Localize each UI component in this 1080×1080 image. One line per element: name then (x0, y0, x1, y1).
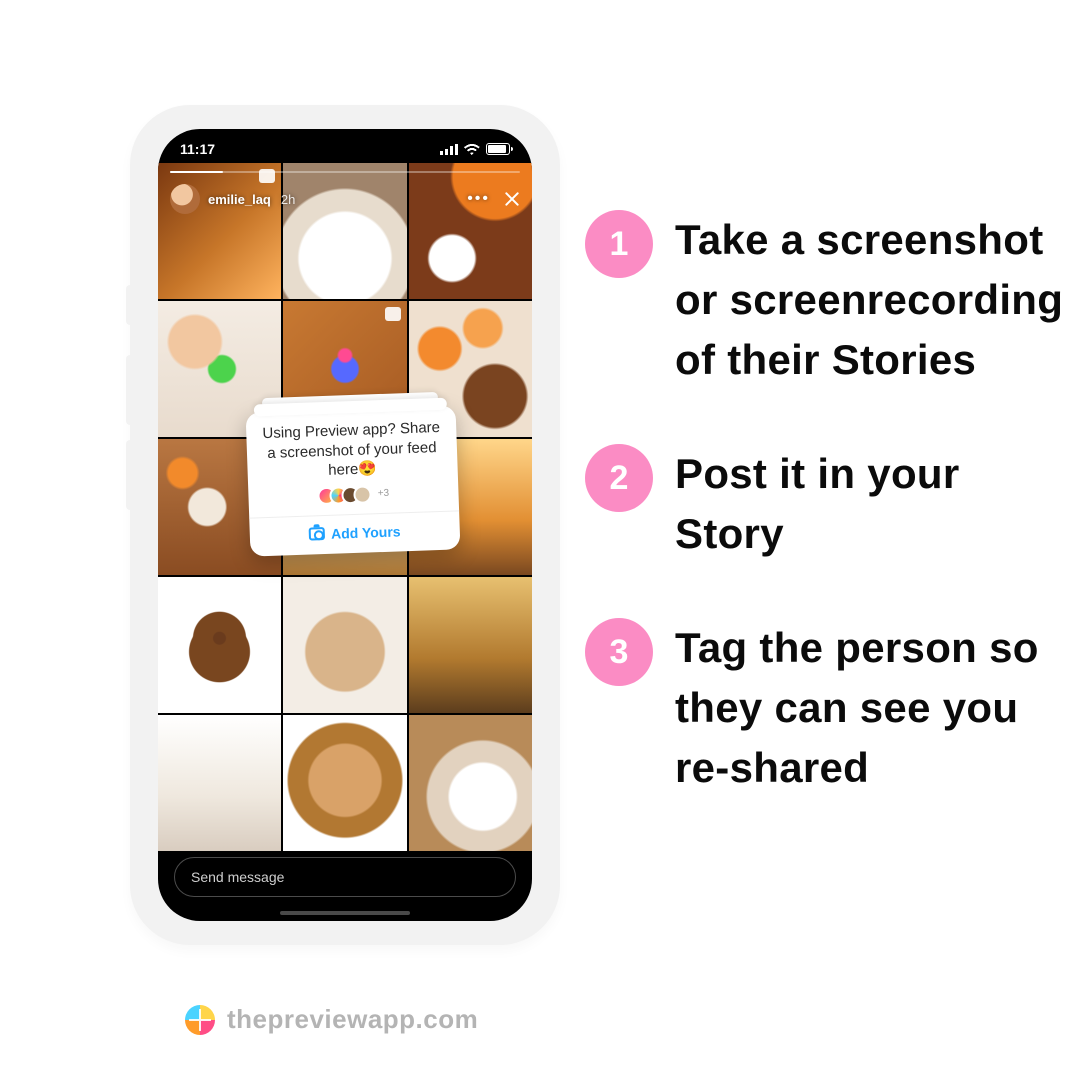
status-time: 11:17 (180, 141, 215, 157)
step-text: Post it in your Story (675, 444, 1065, 564)
add-yours-sticker[interactable]: Using Preview app? Share a screenshot of… (246, 405, 461, 556)
feed-cell (158, 577, 281, 713)
step-number-badge: 1 (585, 210, 653, 278)
sticker-prompt: Using Preview app? Share a screenshot of… (258, 418, 446, 483)
phone-side-button (126, 355, 134, 425)
watermark: thepreviewapp.com (185, 1004, 478, 1035)
story-more-icon[interactable]: ••• (467, 190, 490, 208)
phone-screen: 11:17 emilie_laq 2h ••• (158, 129, 532, 921)
previewapp-logo-icon (185, 1005, 215, 1035)
story-age: 2h (281, 192, 295, 207)
step-text: Take a screenshot or screenrecording of … (675, 210, 1065, 390)
wifi-icon (464, 143, 480, 155)
story-reply-placeholder: Send message (191, 869, 284, 885)
add-yours-label: Add Yours (331, 523, 401, 541)
step-item: 2 Post it in your Story (585, 444, 1065, 564)
story-reply-input[interactable]: Send message (174, 857, 516, 897)
watermark-text: thepreviewapp.com (227, 1004, 478, 1035)
home-indicator (280, 911, 410, 915)
camera-icon (309, 527, 325, 541)
step-number-badge: 2 (585, 444, 653, 512)
signal-icon (440, 144, 458, 155)
phone-mockup: 11:17 emilie_laq 2h ••• (130, 105, 560, 945)
feed-cell (158, 715, 281, 851)
feed-cell (409, 715, 532, 851)
story-author-avatar[interactable] (170, 184, 200, 214)
step-item: 1 Take a screenshot or screenrecording o… (585, 210, 1065, 390)
phone-side-button (126, 285, 134, 325)
sticker-responders: +3 (260, 482, 447, 506)
responder-avatar (353, 485, 372, 504)
responder-more-count: +3 (378, 488, 390, 499)
step-text: Tag the person so they can see you re-sh… (675, 618, 1065, 798)
close-icon[interactable] (504, 191, 520, 207)
add-yours-button[interactable]: Add Yours (261, 511, 448, 555)
feed-cell (283, 577, 406, 713)
phone-side-button (126, 440, 134, 510)
heart-eyes-emoji: 😍 (358, 460, 377, 478)
steps-list: 1 Take a screenshot or screenrecording o… (585, 210, 1065, 852)
story-progress (170, 171, 520, 173)
step-number-badge: 3 (585, 618, 653, 686)
story-header: emilie_laq 2h ••• (170, 179, 520, 219)
battery-icon (486, 143, 510, 155)
step-item: 3 Tag the person so they can see you re-… (585, 618, 1065, 798)
feed-cell (409, 577, 532, 713)
feed-cell (283, 715, 406, 851)
story-author-username[interactable]: emilie_laq (208, 192, 271, 207)
